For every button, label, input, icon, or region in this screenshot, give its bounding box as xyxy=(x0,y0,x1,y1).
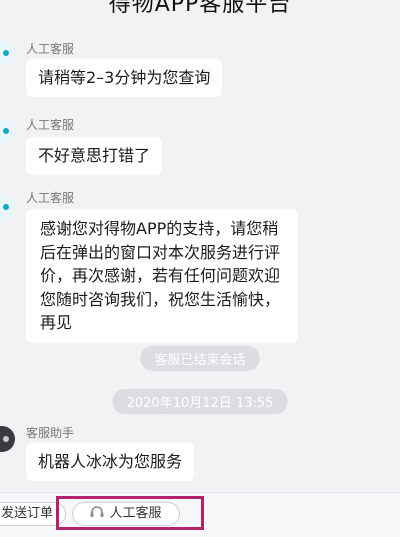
assistant-avatar-icon[interactable] xyxy=(0,426,15,452)
message-sender: 客服助手 xyxy=(26,426,75,440)
page-title: 得物APP客服平台 xyxy=(108,0,292,17)
message-bubble[interactable]: 感谢您对得物APP的支持，请您稍后在弹出的窗口对本次服务进行评价，再次感谢，若有… xyxy=(26,209,298,343)
highlight-box xyxy=(56,496,204,530)
timestamp-badge: 2020年10月12日 13:55 xyxy=(112,389,288,414)
message-bubble[interactable]: 机器人冰冰为您服务 xyxy=(26,443,195,481)
message-sender: 人工客服 xyxy=(26,118,75,132)
agent-avatar-icon[interactable] xyxy=(0,118,15,144)
message-sender: 人工客服 xyxy=(26,42,75,56)
agent-avatar-icon[interactable] xyxy=(0,194,15,220)
message-sender: 人工客服 xyxy=(26,191,75,205)
agent-avatar-icon[interactable] xyxy=(0,40,15,66)
session-ended-notice: 客服已结束会话 xyxy=(140,346,260,371)
message-bubble[interactable]: 请稍等2–3分钟为您查询 xyxy=(26,59,223,97)
message-bubble[interactable]: 不好意思打错了 xyxy=(26,137,163,175)
